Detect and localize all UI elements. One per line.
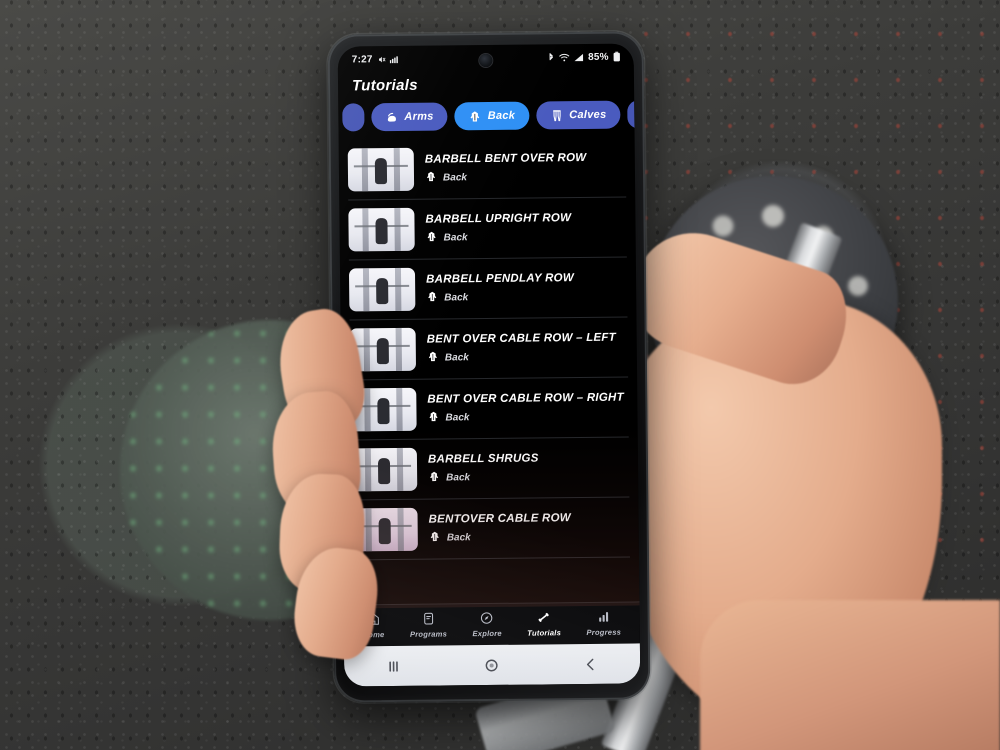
exercise-list-item[interactable]: BENT OVER CABLE ROW – RIGHT Back xyxy=(350,377,629,441)
nav-item-label: Explore xyxy=(472,628,502,639)
nav-item-label: Progress xyxy=(586,627,622,637)
exercise-muscle-group: Back xyxy=(427,348,628,365)
back-muscle-icon xyxy=(469,110,482,123)
exercise-thumbnail xyxy=(348,267,416,312)
exercise-muscle-label: Back xyxy=(446,471,471,483)
recents-icon[interactable] xyxy=(385,657,402,674)
exercise-muscle-group: Back xyxy=(426,288,627,305)
exercise-muscle-group: Back xyxy=(426,228,627,245)
back-muscle-icon xyxy=(427,410,439,425)
dumbbell-icon xyxy=(537,610,551,626)
filter-chip-calves[interactable]: Calves xyxy=(536,100,621,130)
exercise-list-item[interactable]: BARBELL SHRUGS Back xyxy=(350,437,630,501)
status-bar-left: 7:27 xyxy=(352,53,401,65)
exercise-text-block: BARBELL BENT OVER ROW Back xyxy=(425,151,626,185)
exercise-list-item[interactable]: BARBELL UPRIGHT ROW Back xyxy=(348,197,627,261)
filter-chip-label: Arms xyxy=(404,110,434,123)
exercise-title: BENTOVER CABLE ROW xyxy=(428,511,571,526)
wrist xyxy=(700,600,1000,750)
bar-chart-icon xyxy=(597,610,611,626)
exercise-text-block: BENT OVER CABLE ROW – LEFT Back xyxy=(427,331,628,365)
nav-item-progress[interactable]: Progress xyxy=(586,610,621,637)
exercise-muscle-label: Back xyxy=(444,291,469,303)
calves-icon xyxy=(550,109,563,122)
exercise-list-item[interactable]: BENT OVER CABLE ROW – LEFT Back xyxy=(349,317,629,381)
exercise-muscle-group: Back xyxy=(427,408,628,425)
battery-icon xyxy=(613,51,621,62)
exercise-thumbnail xyxy=(350,447,418,492)
signal-waves-icon xyxy=(389,54,401,63)
exercise-muscle-label: Back xyxy=(444,351,469,363)
nav-item-label: Tutorials xyxy=(527,628,562,638)
nav-item-explore[interactable]: Explore xyxy=(472,611,502,638)
exercise-muscle-group: Back xyxy=(428,468,629,485)
filter-chip-label: Calves xyxy=(569,108,607,122)
phone-screen: 7:27 85% Tutorials Arms Back Calves BARB… xyxy=(337,43,641,687)
nav-item-label: Programs xyxy=(409,629,448,639)
front-camera-punch-hole xyxy=(479,53,493,68)
page-title: Tutorials xyxy=(351,76,418,95)
exercise-list-item[interactable]: BARBELL BENT OVER ROW Back xyxy=(347,137,627,201)
home-circle-icon[interactable] xyxy=(484,656,501,673)
exercise-title: BARBELL UPRIGHT ROW xyxy=(425,211,572,226)
exercise-muscle-label: Back xyxy=(445,411,470,423)
exercise-muscle-label: Back xyxy=(442,171,467,183)
exercise-thumbnail xyxy=(347,147,415,192)
biceps-icon xyxy=(385,110,398,123)
filter-chip-arms[interactable]: Arms xyxy=(371,102,448,132)
exercise-text-block: BARBELL PENDLAY ROW Back xyxy=(426,271,627,305)
status-bar-right: 85% xyxy=(548,51,621,63)
exercise-muscle-label: Back xyxy=(443,231,468,243)
mute-icon xyxy=(377,55,386,64)
exercise-text-block: BENT OVER CABLE ROW – RIGHT Back xyxy=(427,391,628,425)
back-muscle-icon xyxy=(426,290,438,305)
exercise-title: BARBELL SHRUGS xyxy=(427,451,539,466)
exercise-muscle-group: Back xyxy=(425,168,626,185)
exercise-thumbnail xyxy=(348,207,415,252)
back-muscle-icon xyxy=(429,530,441,545)
back-muscle-icon xyxy=(426,230,438,245)
exercise-text-block: BARBELL UPRIGHT ROW Back xyxy=(425,211,626,245)
compass-icon xyxy=(480,611,494,627)
filter-chip-partial[interactable] xyxy=(627,100,635,129)
back-muscle-icon xyxy=(425,170,437,185)
nav-item-programs[interactable]: Programs xyxy=(409,611,448,639)
exercise-title: BARBELL BENT OVER ROW xyxy=(424,151,587,166)
bottom-navigation-bar[interactable]: Home Programs Explore Tutorials Progress xyxy=(343,601,640,647)
document-icon xyxy=(421,612,435,628)
filter-chip-partial[interactable] xyxy=(342,103,365,132)
muscle-group-filter-row[interactable]: Arms Back Calves xyxy=(338,94,635,140)
back-chevron-icon[interactable] xyxy=(582,655,599,672)
exercise-title: BENT OVER CABLE ROW – RIGHT xyxy=(427,391,624,406)
android-system-navigation-bar[interactable] xyxy=(343,643,641,687)
exercise-list-item[interactable]: BARBELL PENDLAY ROW Back xyxy=(348,257,628,321)
cellular-signal-icon xyxy=(574,52,584,61)
exercise-title: BENT OVER CABLE ROW – LEFT xyxy=(426,331,616,346)
bluetooth-icon xyxy=(548,52,555,62)
battery-percent-label: 85% xyxy=(588,51,609,63)
back-muscle-icon xyxy=(428,470,440,485)
exercise-list-item[interactable]: BENTOVER CABLE ROW Back xyxy=(351,497,631,561)
exercise-list[interactable]: BARBELL BENT OVER ROW Back BARBELL UPRIGHT… xyxy=(339,137,640,574)
filter-chip-back[interactable]: Back xyxy=(454,101,530,131)
back-muscle-icon xyxy=(427,350,439,365)
exercise-title: BARBELL PENDLAY ROW xyxy=(426,271,575,286)
filter-chip-label: Back xyxy=(487,109,516,122)
photo-scene: 7:27 85% Tutorials Arms Back Calves BARB… xyxy=(0,0,1000,750)
exercise-muscle-group: Back xyxy=(429,528,630,545)
status-bar-clock: 7:27 xyxy=(351,53,373,65)
wifi-icon xyxy=(559,53,570,62)
nav-item-tutorials[interactable]: Tutorials xyxy=(527,610,562,638)
exercise-text-block: BENTOVER CABLE ROW Back xyxy=(429,511,630,545)
exercise-muscle-label: Back xyxy=(446,531,471,543)
exercise-text-block: BARBELL SHRUGS Back xyxy=(428,451,629,485)
